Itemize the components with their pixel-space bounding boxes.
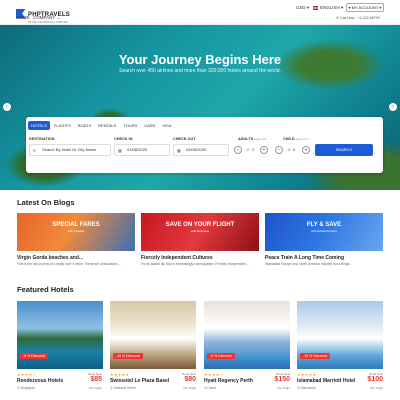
- tab-tours[interactable]: TOURS: [120, 121, 140, 130]
- discount-badge: -5 % Discount: [20, 353, 48, 359]
- hotel-rating-stars: ★★★★★: [110, 372, 130, 377]
- hero-title: Your Journey Begins Here: [118, 52, 282, 67]
- calendar-icon: ▦: [118, 148, 122, 153]
- checkin-value: 01/08/2020: [127, 147, 148, 152]
- tab-flights[interactable]: FLIGHTS: [51, 121, 74, 130]
- blog-banner-subtext: with flydubai: [67, 229, 85, 233]
- language-label: ENGLISH ▾: [320, 5, 344, 10]
- hotel-location-text: Dubai: [207, 386, 216, 390]
- search-tabs: HOTELS FLIGHTS BOATS RENTALS TOURS CARS …: [28, 121, 176, 130]
- my-account-button[interactable]: ▾ MY ACCOUNT ▾: [346, 3, 384, 12]
- discount-badge: -15 % Discount: [300, 353, 330, 359]
- adults-value[interactable]: 2: [252, 146, 254, 154]
- tab-hotels[interactable]: HOTELS: [28, 121, 51, 130]
- hotel-image-2[interactable]: -15 % Discount: [110, 301, 196, 369]
- call-now-text: ✆ Call Now : +1-224 66799: [336, 16, 380, 20]
- blog-title[interactable]: Peace Train A Long Time Coming: [265, 255, 344, 261]
- hotel-price: $85: [90, 376, 102, 383]
- tab-visa[interactable]: VISA: [159, 121, 174, 130]
- per-night-label: Per Night: [183, 386, 196, 390]
- blog-banner-text: SPECIAL FARES: [52, 222, 100, 228]
- child-label: CHILD Ages 0-17: [283, 137, 309, 141]
- hotel-name[interactable]: Swissotel Le Plaza Basel: [110, 378, 169, 384]
- adults-label: ADULTS Ages 18+: [238, 137, 267, 141]
- child-label-text: CHILD: [283, 137, 295, 141]
- adults-label-text: ADULTS: [238, 137, 254, 141]
- language-select[interactable]: ENGLISH ▾: [313, 5, 343, 11]
- hotel-name[interactable]: Hyatt Regency Perth: [204, 378, 253, 384]
- per-night-label: Per Night: [277, 386, 290, 390]
- currency-select[interactable]: USD ▾: [296, 5, 309, 11]
- hero-subtitle: Search over 450 airlines and more than 3…: [119, 68, 281, 74]
- hotel-location: ⚲ Islamabad: [297, 386, 316, 390]
- adults-increment-button[interactable]: +: [260, 146, 268, 154]
- checkin-input[interactable]: ▦ 01/08/2020: [114, 144, 170, 156]
- hotel-price: $80: [184, 376, 196, 383]
- hotel-location: ⚲ Singapore: [17, 386, 35, 390]
- hotel-rating-stars: ★★★★☆: [204, 372, 224, 377]
- destination-label: DESTINATION: [29, 137, 55, 141]
- tab-boats[interactable]: BOATS: [75, 121, 94, 130]
- per-night-label: Per Night: [89, 386, 102, 390]
- blog-banner-2[interactable]: SAVE ON YOUR FLIGHT with Emirates: [141, 213, 259, 251]
- checkout-label: CHECK OUT: [173, 137, 196, 141]
- hotel-location: ⚲ Dubai: [204, 386, 216, 390]
- tab-cars[interactable]: CARS: [141, 121, 158, 130]
- per-night-label: Per Night: [370, 386, 383, 390]
- blog-description: Islamabad Europe and North America indic…: [265, 262, 353, 266]
- nav-home[interactable]: HOME: [16, 15, 30, 20]
- hotel-name[interactable]: Rendezvous Hotels: [17, 378, 63, 384]
- child-icon: ☺: [287, 147, 292, 152]
- checkin-label: CHECK IN: [114, 137, 133, 141]
- child-increment-button[interactable]: +: [302, 146, 310, 154]
- blog-banner-1[interactable]: SPECIAL FARES with flydubai: [17, 213, 135, 251]
- hotel-rating-stars: ★★★★★: [297, 372, 317, 377]
- hotel-image-1[interactable]: -5 % Discount: [17, 301, 103, 369]
- child-decrement-button[interactable]: −: [275, 146, 283, 154]
- blog-banner-text: SAVE ON YOUR FLIGHT: [165, 222, 235, 228]
- blog-banner-subtext: with Emirates: [190, 229, 209, 233]
- hotel-location-text: Jahkarat Street: [113, 386, 136, 390]
- adults-decrement-button[interactable]: −: [234, 146, 242, 154]
- us-flag-icon: [313, 6, 318, 10]
- discount-badge: -5 % Discount: [207, 353, 235, 359]
- hotel-rating-stars: ★★★★☆: [17, 372, 37, 377]
- blogs-section-title: Latest On Blogs: [17, 198, 75, 207]
- checkout-value: 03/08/2020: [186, 147, 207, 152]
- hotel-location-text: Islamabad: [300, 386, 316, 390]
- hotel-location-text: Singapore: [20, 386, 36, 390]
- carousel-next-icon[interactable]: ›: [389, 103, 397, 111]
- search-panel: HOTELS FLIGHTS BOATS RENTALS TOURS CARS …: [26, 117, 383, 173]
- calendar-icon: ▦: [177, 148, 181, 153]
- discount-badge: -15 % Discount: [113, 353, 143, 359]
- blog-banner-subtext: with Etihad Airways: [311, 229, 337, 233]
- blog-banner-text: FLY & SAVE: [306, 222, 342, 228]
- search-button[interactable]: SEARCH: [315, 144, 373, 156]
- location-pin-icon: ⚲: [33, 148, 36, 153]
- checkout-input[interactable]: ▦ 03/08/2020: [173, 144, 229, 156]
- hotel-image-4[interactable]: -15 % Discount: [297, 301, 383, 369]
- user-icon: ☺: [246, 147, 251, 152]
- destination-input[interactable]: ⚲ Search By Hotel Or City Name: [29, 144, 111, 156]
- hotel-location: ⚲ Jahkarat Street: [110, 386, 136, 390]
- blog-title[interactable]: Virgin Gorda beaches and...: [17, 255, 83, 261]
- blog-description: It's an added dip that is increasingly c…: [141, 262, 249, 266]
- blog-description: This is the second leg of a really love'…: [17, 262, 121, 266]
- hotel-image-3[interactable]: -5 % Discount: [204, 301, 290, 369]
- hotel-price: $100: [367, 376, 383, 383]
- child-hint: Ages 0-17: [295, 137, 310, 141]
- adults-hint: Ages 18+: [254, 137, 267, 141]
- child-value[interactable]: 0: [293, 146, 295, 154]
- hotel-name[interactable]: Islamabad Marriott Hotel: [297, 378, 355, 384]
- hotel-price: $150: [274, 376, 290, 383]
- carousel-prev-icon[interactable]: ‹: [3, 103, 11, 111]
- logo-subtext: TRAVEL TECHNOLOGY PARTNER: [28, 21, 68, 24]
- blog-title[interactable]: Fiercely Independent Cultures: [141, 255, 213, 261]
- tab-rentals[interactable]: RENTALS: [95, 121, 119, 130]
- blog-banner-3[interactable]: FLY & SAVE with Etihad Airways: [265, 213, 383, 251]
- destination-placeholder: Search By Hotel Or City Name: [42, 147, 97, 152]
- hotels-section-title: Featured Hotels: [17, 285, 74, 294]
- top-navbar: PHPTRAVELS TRAVEL TECHNOLOGY PARTNER HOM…: [0, 0, 400, 25]
- nav-company[interactable]: COMPANY ⌄: [33, 15, 60, 21]
